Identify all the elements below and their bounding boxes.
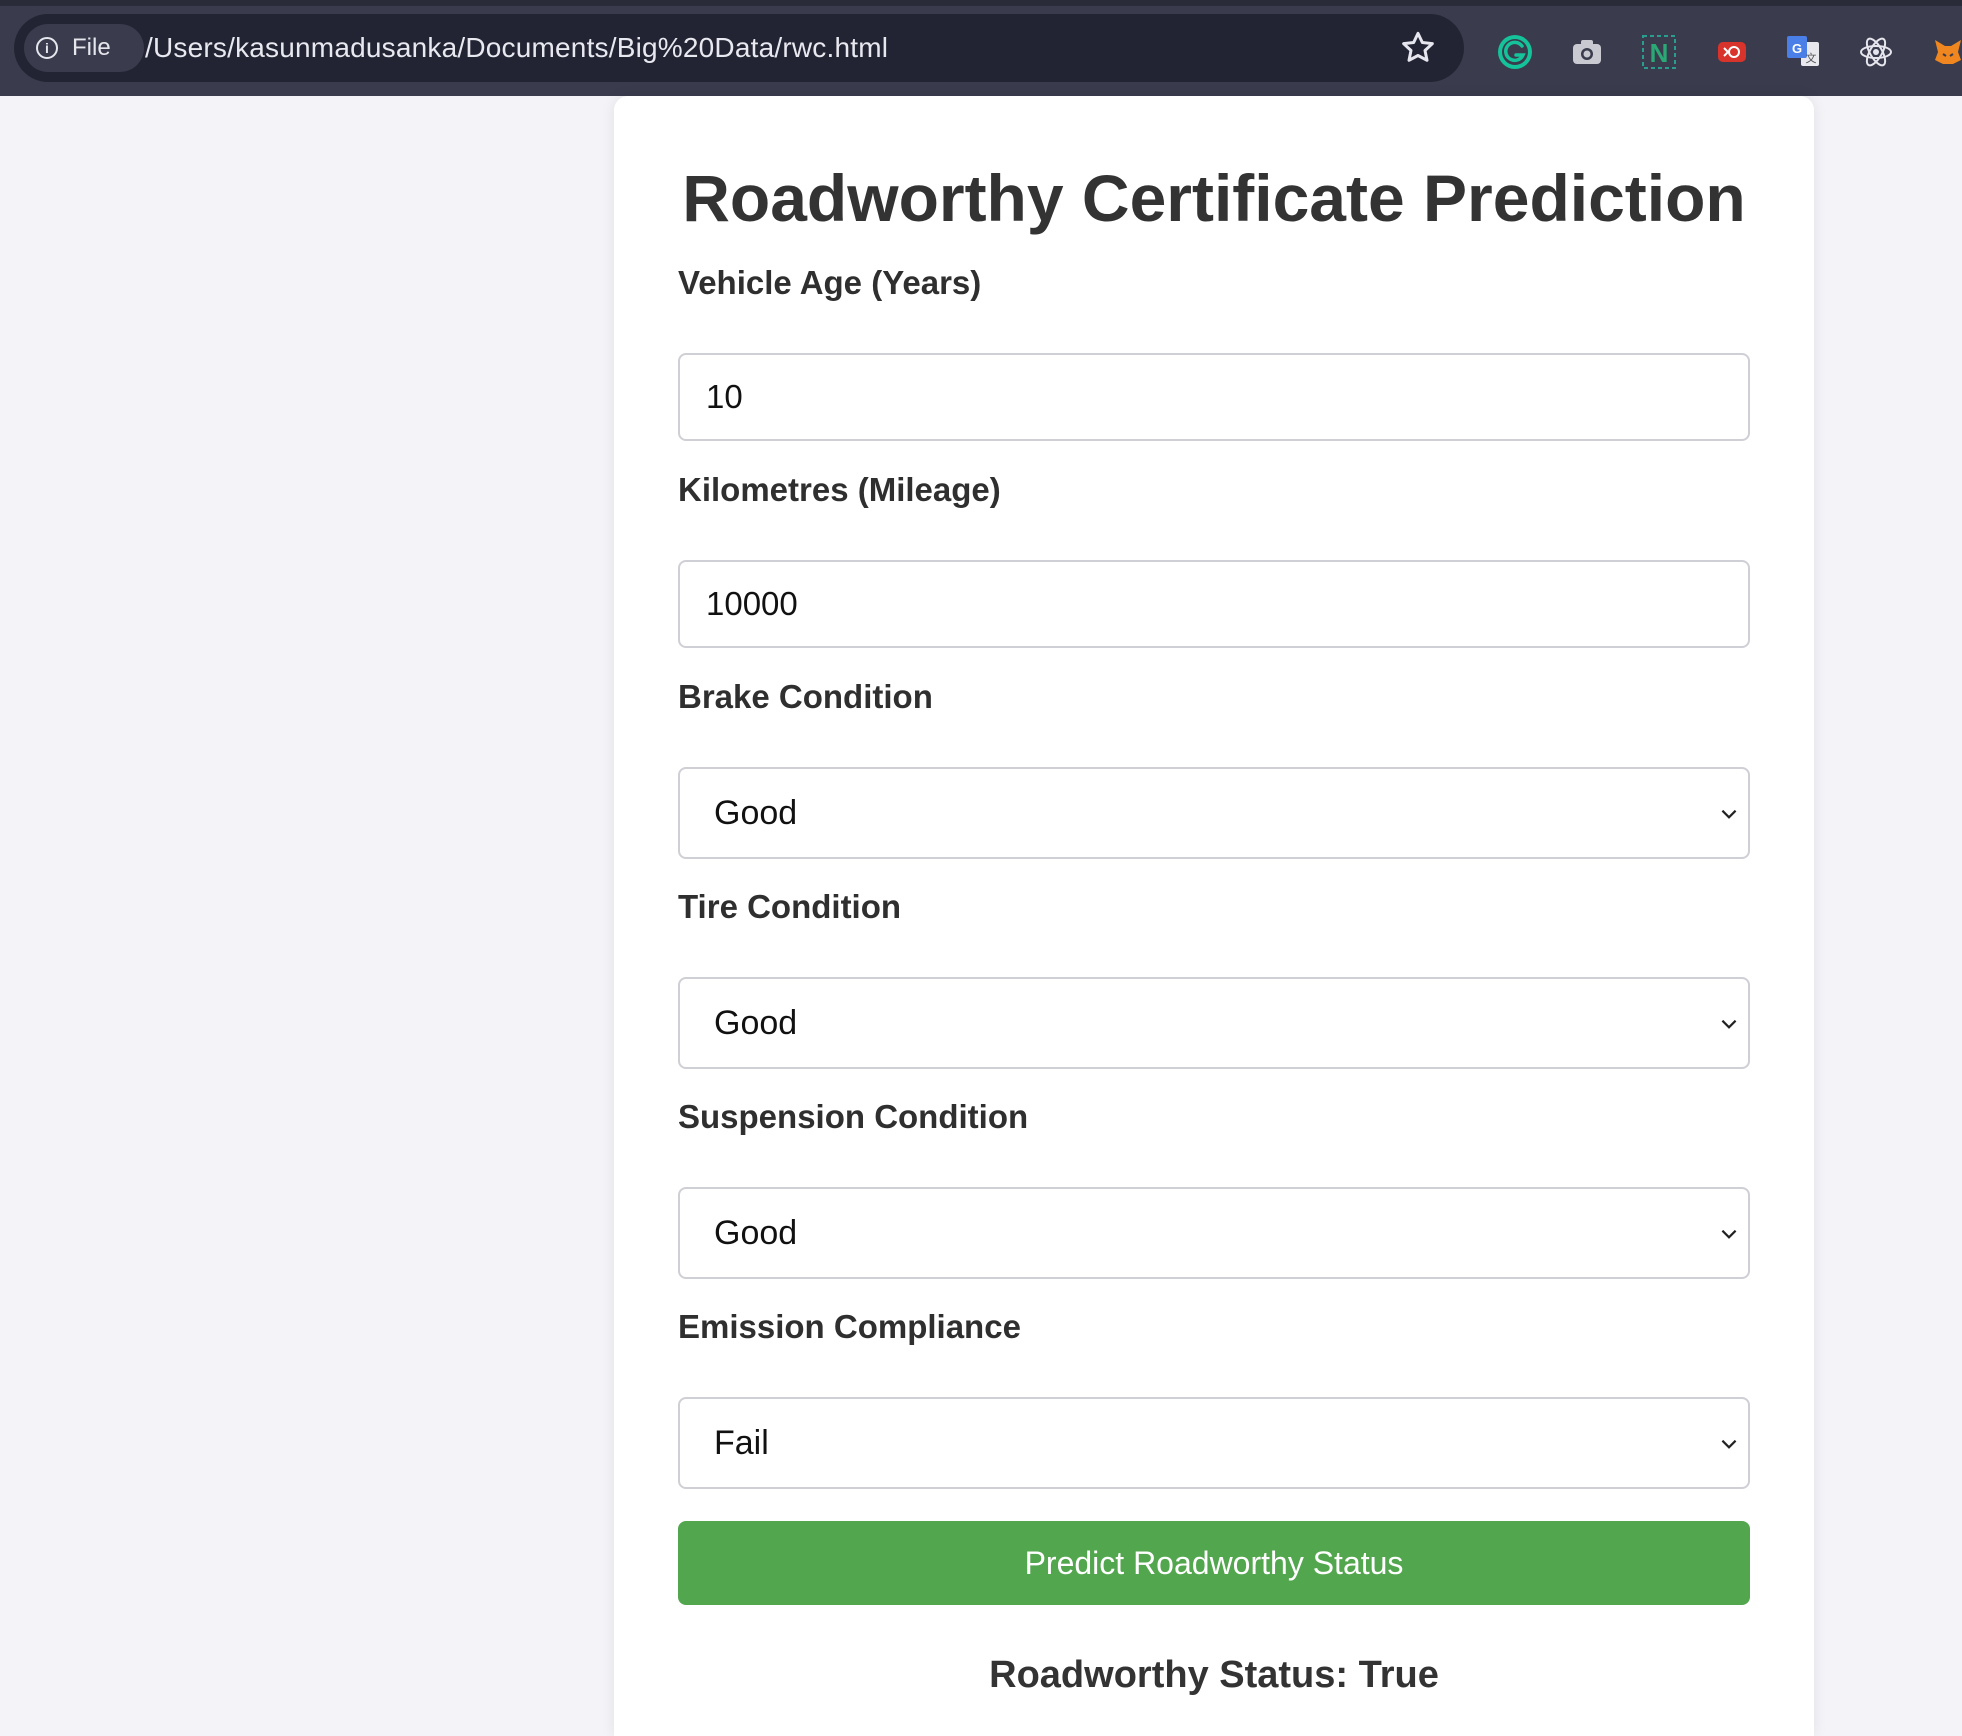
url-text[interactable]: /Users/kasunmadusanka/Documents/Big%20Da… [145,14,888,82]
emission-compliance-value: Fail [714,1423,769,1462]
vehicle-age-label: Vehicle Age (Years) [678,264,982,301]
page-title: Roadworthy Certificate Prediction [682,161,1746,235]
svg-text:N: N [1650,38,1669,68]
metamask-icon[interactable] [1928,32,1962,72]
brake-condition-value: Good [714,793,798,832]
predict-button[interactable]: Predict Roadworthy Status [678,1521,1750,1605]
chevron-down-icon [1721,1439,1737,1449]
suspension-condition-select[interactable]: Good [678,1187,1750,1279]
chevron-down-icon [1721,809,1737,819]
site-info-chip[interactable]: i File [24,24,144,72]
google-translate-icon[interactable]: G 文 [1783,32,1823,72]
suspension-condition-value: Good [714,1213,798,1252]
brake-condition-select[interactable]: Good [678,767,1750,859]
tire-condition-value: Good [714,1003,798,1042]
chevron-down-icon [1721,1019,1737,1029]
kilometres-label: Kilometres (Mileage) [678,471,1001,508]
camera-icon[interactable] [1567,32,1607,72]
red-extension-icon[interactable] [1712,32,1752,72]
svg-text:文: 文 [1806,51,1817,65]
notion-icon[interactable]: N [1639,32,1679,72]
tire-condition-label: Tire Condition [678,888,902,925]
svg-text:G: G [1792,41,1802,56]
emission-compliance-select[interactable]: Fail [678,1397,1750,1489]
emission-compliance-label: Emission Compliance [678,1308,1021,1345]
react-devtools-icon[interactable] [1856,32,1896,72]
tire-condition-select[interactable]: Good [678,977,1750,1069]
vehicle-age-input[interactable] [678,353,1750,441]
brake-condition-label: Brake Condition [678,678,933,715]
browser-toolbar: i File /Users/kasunmadusanka/Documents/B… [0,0,1962,96]
address-bar[interactable]: i File /Users/kasunmadusanka/Documents/B… [14,14,1464,82]
info-icon: i [36,37,58,59]
suspension-condition-label: Suspension Condition [678,1098,1029,1135]
chevron-down-icon [1721,1229,1737,1239]
bookmark-star-icon[interactable] [1398,28,1438,68]
roadworthy-status-result: Roadworthy Status: True [989,1654,1439,1696]
prediction-card: Roadworthy Certificate Prediction Vehicl… [614,96,1814,1736]
kilometres-input[interactable] [678,560,1750,648]
scheme-label: File [72,34,111,61]
grammarly-icon[interactable] [1495,32,1535,72]
